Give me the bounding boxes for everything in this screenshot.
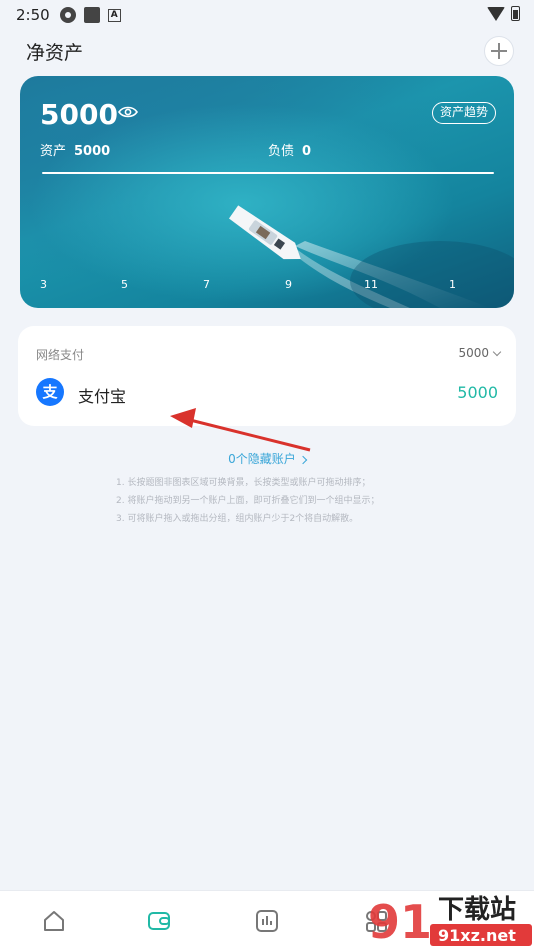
watermark-logo: 91 <box>368 895 432 949</box>
account-name: 支付宝 <box>78 387 127 406</box>
axis-label: 9 <box>285 278 292 291</box>
debt-summary: 负债 0 <box>268 140 311 159</box>
asset-trend-button[interactable]: 资产趋势 <box>431 102 496 124</box>
group-name: 网络支付 <box>36 348 85 362</box>
watermark: 91 下载站 91xz.net <box>360 888 534 950</box>
group-total-value: 5000 <box>458 346 489 360</box>
status-bar: 2:50 A <box>0 0 534 30</box>
chevron-right-icon <box>298 455 308 465</box>
add-button[interactable] <box>484 36 514 66</box>
nav-home[interactable] <box>40 907 68 935</box>
assets-value: 5000 <box>74 144 111 159</box>
axis-label: 7 <box>203 278 210 291</box>
tip-line: 3. 可将账户拖入或拖出分组，组内账户少于2个将自动解散。 <box>116 514 359 524</box>
chart-icon <box>256 910 278 932</box>
debt-value: 0 <box>302 144 312 159</box>
axis-label: 1 <box>449 278 456 291</box>
nav-chart[interactable] <box>253 907 281 935</box>
font-a-icon: A <box>107 8 121 22</box>
plus-icon <box>491 43 507 59</box>
watermark-brand: 下载站 <box>438 895 516 925</box>
net-assets-card[interactable]: 5000 资产趋势 资产 5000 负债 0 3 5 7 9 11 1 <box>20 76 514 308</box>
axis-label: 3 <box>40 278 47 291</box>
group-total[interactable]: 5000 <box>458 346 502 360</box>
home-icon <box>44 911 64 931</box>
status-time: 2:50 <box>16 6 50 24</box>
eye-icon[interactable] <box>118 105 138 119</box>
tip-line: 2. 将账户拖动到另一个账户上面，即可折叠它们到一个组中显示； <box>116 496 380 506</box>
account-group-card: 网络支付 5000 支 支付宝 5000 <box>18 326 516 426</box>
hidden-accounts-label: 0个隐藏账户 <box>228 452 296 466</box>
status-right <box>487 6 520 21</box>
battery-icon <box>511 6 520 21</box>
nav-wallet[interactable] <box>145 907 173 935</box>
tip-line: 1. 长按题图非图表区域可换背景，长按类型或账户可拖动排序； <box>116 478 371 488</box>
gear-icon <box>59 7 76 23</box>
wifi-icon <box>487 6 505 21</box>
chevron-down-icon <box>492 347 502 357</box>
watermark-logo-icon: 91 下载站 91xz.net <box>368 895 532 949</box>
account-balance: 5000 <box>457 383 498 402</box>
trend-line <box>42 172 494 174</box>
watermark-domain: 91xz.net <box>438 926 516 945</box>
wallet-icon <box>148 912 170 930</box>
hidden-accounts-link[interactable]: 0个隐藏账户 <box>0 450 534 467</box>
alipay-icon: 支 <box>36 378 64 406</box>
axis-label: 5 <box>121 278 128 291</box>
square-icon <box>83 7 100 23</box>
tips: 1. 长按题图非图表区域可换背景，长按类型或账户可拖动排序； 2. 将账户拖动到… <box>116 474 379 528</box>
debt-label: 负债 <box>268 144 295 159</box>
assets-summary: 资产 5000 <box>40 140 110 159</box>
axis-label: 11 <box>364 278 378 291</box>
assets-label: 资产 <box>40 144 67 159</box>
header: 净资产 <box>0 32 534 72</box>
page-title: 净资产 <box>26 42 84 64</box>
net-assets-value: 5000 <box>40 98 118 131</box>
